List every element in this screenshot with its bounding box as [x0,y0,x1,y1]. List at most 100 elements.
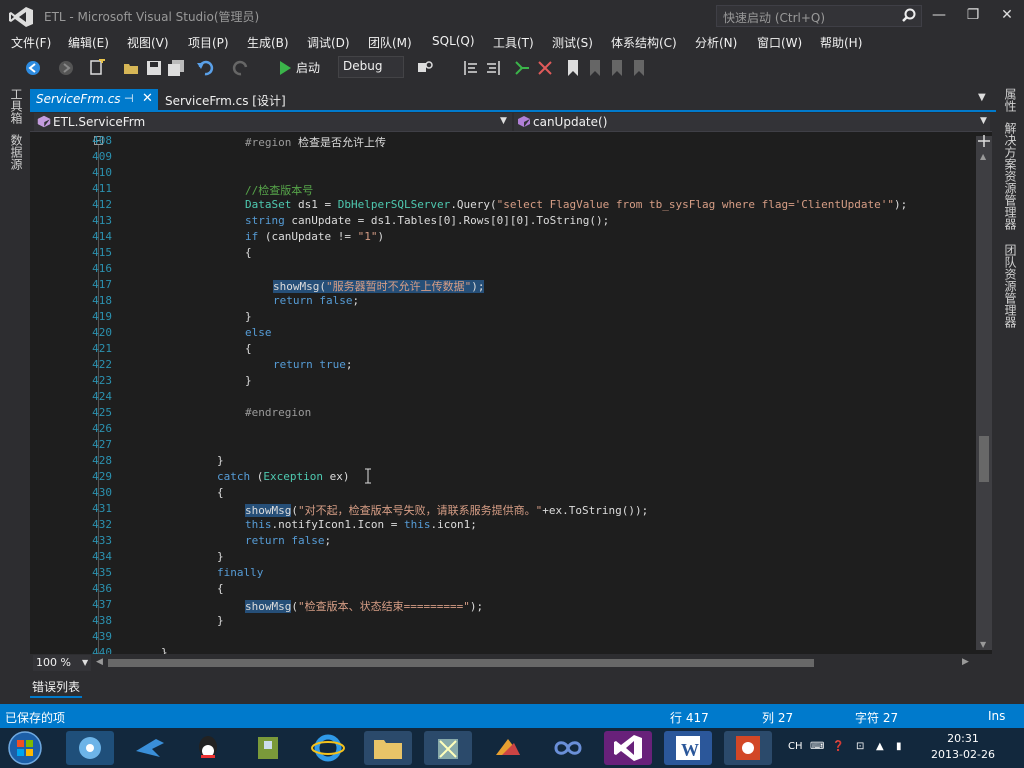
back-icon[interactable] [24,59,42,77]
tab-servicefrm-design[interactable]: ServiceFrm.cs [设计] [165,92,286,109]
vertical-scrollbar[interactable] [976,136,992,650]
scroll-up-icon[interactable]: ▲ [980,152,986,161]
menu-test[interactable]: 测试(S) [552,34,593,51]
bookmark-clear-all-icon[interactable] [632,59,646,77]
line-number: 426 [92,422,112,435]
properties-tab[interactable]: 属性 [1002,88,1019,112]
word-icon[interactable]: W [664,731,712,765]
menu-debug[interactable]: 调试(D) [307,34,350,51]
pin-icon[interactable]: ⊣ [124,92,134,105]
scroll-down-icon[interactable]: ▼ [980,640,986,649]
start-debug-icon[interactable] [276,59,294,77]
menu-help[interactable]: 帮助(H) [820,34,862,51]
network-app-icon[interactable] [244,731,292,765]
line-number: 440 [92,646,112,654]
toolbox-tab[interactable]: 工具箱 [8,88,25,124]
code-editor[interactable]: 408 409 410 411 412 413 414 415 416 417 … [30,132,992,654]
media-player-icon[interactable] [66,731,114,765]
infinity-app-icon[interactable] [544,731,592,765]
line-number: 434 [92,550,112,563]
tab-label[interactable]: ServiceFrm.cs [36,92,121,106]
method-icon [518,116,530,127]
qq-icon[interactable] [184,731,232,765]
tab-overflow-icon[interactable]: ▼ [978,92,986,103]
taskbar-clock[interactable]: 20:31 2013-02-26 [928,731,998,763]
menu-architecture[interactable]: 体系结构(C) [611,34,677,51]
line-number: 408 [92,134,112,147]
start-button-label[interactable]: 启动 [296,59,320,76]
menu-team[interactable]: 团队(M) [368,34,412,51]
menu-tools[interactable]: 工具(T) [493,34,534,51]
keyboard-icon[interactable]: ⌨ [810,741,824,752]
bookmark-prev-icon[interactable] [588,59,602,77]
scroll-left-icon[interactable]: ◀ [96,657,103,667]
colorful-app-icon[interactable] [484,731,532,765]
show-hidden-icons-icon[interactable]: ▲ [876,741,884,752]
vertical-scroll-thumb[interactable] [979,436,989,482]
undo-icon[interactable] [196,59,214,77]
menu-window[interactable]: 窗口(W) [757,34,802,51]
menu-file[interactable]: 文件(F) [11,34,51,51]
windows-start-icon[interactable] [6,730,44,766]
action-center-icon[interactable]: ▮ [896,741,902,752]
redo-icon[interactable] [232,59,250,77]
minimize-icon[interactable]: — [925,4,953,26]
menu-analyze[interactable]: 分析(N) [695,34,737,51]
close-tab-icon[interactable]: ✕ [142,91,153,106]
code-line: if (canUpdate != "1") [245,230,385,243]
ime-indicator[interactable]: CH [788,741,803,752]
line-number: 432 [92,518,112,531]
file-explorer-icon[interactable] [364,731,412,765]
align-right-icon[interactable] [484,59,502,77]
align-left-icon[interactable] [462,59,480,77]
bookmark-next-icon[interactable] [513,59,531,77]
status-line: 行 417 [670,711,709,725]
menu-project[interactable]: 项目(P) [188,34,229,51]
chevron-down-icon[interactable]: ▼ [500,116,507,126]
solution-explorer-tab[interactable]: 解决方案资源管理器 [1002,122,1019,230]
open-file-icon[interactable] [122,59,140,77]
find-icon[interactable] [416,59,434,77]
code-line: } [217,550,224,563]
new-project-icon[interactable] [88,59,106,77]
bird-app-icon[interactable] [126,731,174,765]
line-number: 433 [92,534,112,547]
line-number: 420 [92,326,112,339]
scroll-right-icon[interactable]: ▶ [962,657,969,667]
save-icon[interactable] [145,59,163,77]
horizontal-scroll-thumb[interactable] [108,659,814,667]
line-number: 430 [92,486,112,499]
team-explorer-tab[interactable]: 团队资源管理器 [1002,244,1019,328]
quick-launch-input[interactable]: 快速启动 (Ctrl+Q) [716,5,922,27]
search-icon[interactable] [902,8,916,22]
save-all-icon[interactable] [167,59,185,77]
bookmark-clear-icon[interactable] [536,59,554,77]
text-cursor-icon [365,468,371,484]
member-dropdown-value: canUpdate() [533,115,608,129]
error-list-tab[interactable]: 错误列表 [32,678,80,695]
close-icon[interactable]: ✕ [993,4,1021,26]
restore-icon[interactable]: ❐ [959,4,987,26]
network-tray-icon[interactable]: ⊡ [856,741,864,752]
code-line: else [245,326,272,339]
glyph-margin [30,132,50,654]
visual-studio-taskbar-icon[interactable] [604,731,652,765]
split-icon[interactable] [977,134,991,148]
help-icon[interactable]: ❓ [832,741,844,752]
bookmark-next-file-icon[interactable] [610,59,624,77]
data-sources-tab[interactable]: 数据源 [8,134,25,170]
chevron-down-icon[interactable]: ▼ [980,116,987,126]
line-number: 425 [92,406,112,419]
tools-app-icon[interactable] [424,731,472,765]
menu-sql[interactable]: SQL(Q) [432,34,475,48]
menu-build[interactable]: 生成(B) [247,34,289,51]
line-number: 428 [92,454,112,467]
powerpoint-icon[interactable] [724,731,772,765]
internet-explorer-icon[interactable] [304,731,352,765]
forward-icon[interactable] [57,59,75,77]
menu-view[interactable]: 视图(V) [127,34,169,51]
chevron-down-icon[interactable]: ▼ [82,658,88,667]
solution-configuration-select[interactable]: Debug [338,56,404,78]
menu-edit[interactable]: 编辑(E) [68,34,109,51]
bookmark-icon[interactable] [566,59,580,77]
